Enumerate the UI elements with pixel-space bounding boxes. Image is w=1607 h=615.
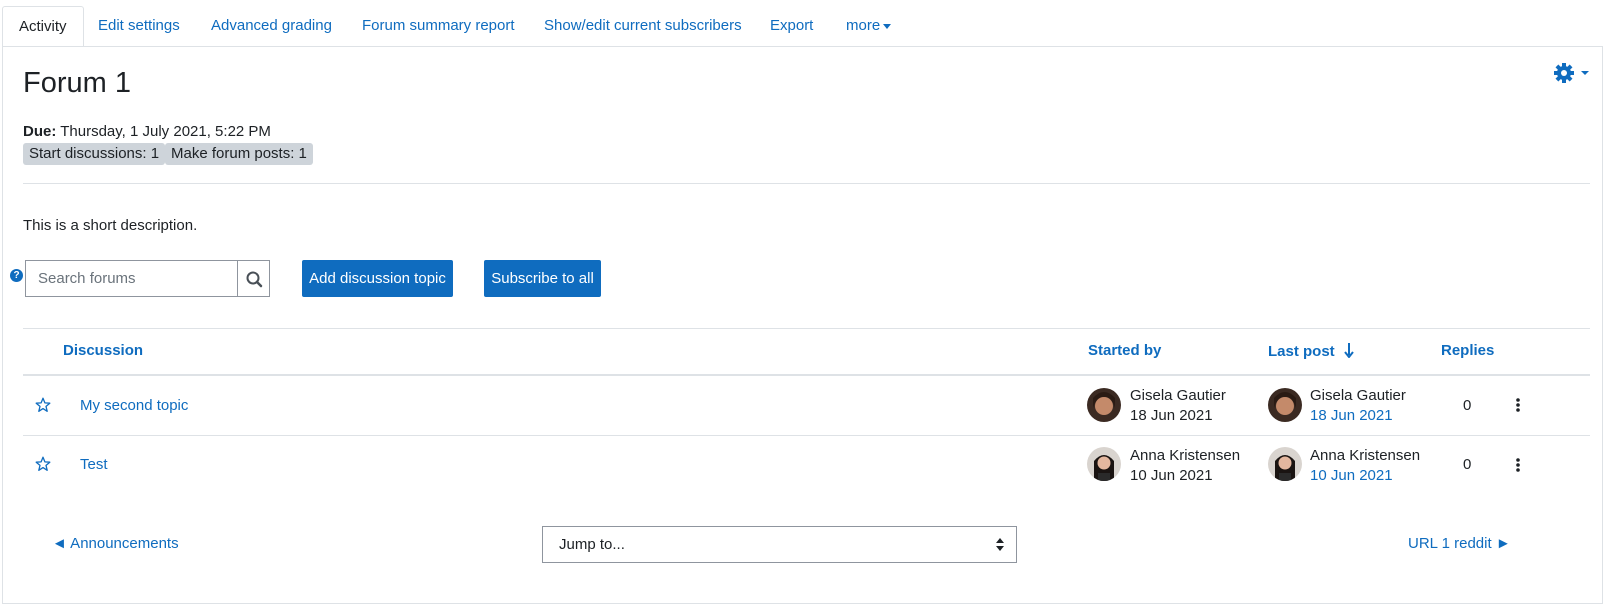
tab-export[interactable]: Export — [770, 17, 813, 34]
activity-tabs: Activity Edit settings Advanced grading … — [0, 0, 1607, 47]
search-button[interactable] — [237, 260, 270, 297]
previous-activity-link[interactable]: ◄ Announcements — [52, 535, 179, 552]
started-by-date: 18 Jun 2021 — [1130, 407, 1213, 424]
more-actions-icon[interactable] — [1515, 397, 1521, 413]
search-input[interactable] — [25, 260, 238, 297]
header-discussion[interactable]: Discussion — [63, 342, 143, 359]
completion-badge-discussions: Start discussions: 1 — [23, 143, 166, 165]
star-icon[interactable] — [35, 456, 51, 472]
avatar[interactable] — [1087, 388, 1121, 422]
table-header-divider — [23, 374, 1590, 376]
page-title: Forum 1 — [23, 67, 131, 99]
started-by-date: 10 Jun 2021 — [1130, 467, 1213, 484]
tab-edit-settings[interactable]: Edit settings — [98, 17, 180, 34]
tab-more[interactable]: more — [846, 17, 892, 34]
completion-badge-posts: Make forum posts: 1 — [165, 143, 313, 165]
header-started-by[interactable]: Started by — [1088, 342, 1161, 359]
tab-forum-summary-report[interactable]: Forum summary report — [362, 17, 515, 34]
last-post-date-link[interactable]: 10 Jun 2021 — [1310, 467, 1393, 484]
started-by-name: Gisela Gautier — [1130, 387, 1226, 404]
caret-down-icon — [883, 23, 892, 29]
search-icon — [246, 271, 263, 288]
jump-to-select[interactable]: Jump to... — [542, 526, 1017, 563]
avatar[interactable] — [1268, 447, 1302, 481]
divider — [23, 328, 1590, 329]
discussion-link[interactable]: My second topic — [80, 397, 188, 414]
due-date: Due: Thursday, 1 July 2021, 5:22 PM — [23, 123, 271, 140]
replies-count: 0 — [1463, 397, 1472, 414]
avatar-image — [1087, 388, 1121, 422]
avatar[interactable] — [1268, 388, 1302, 422]
avatar-image — [1268, 388, 1302, 422]
last-post-name: Anna Kristensen — [1310, 447, 1421, 464]
header-replies[interactable]: Replies — [1441, 342, 1494, 359]
tab-advanced-grading[interactable]: Advanced grading — [211, 17, 332, 34]
gear-icon[interactable] — [1550, 61, 1594, 85]
divider — [23, 183, 1590, 184]
question-icon[interactable]: ? — [10, 269, 23, 282]
last-post-date-link[interactable]: 18 Jun 2021 — [1310, 407, 1393, 424]
last-post-name: Gisela Gautier — [1310, 387, 1406, 404]
subscribe-to-all-button[interactable]: Subscribe to all — [484, 260, 601, 297]
replies-count: 0 — [1463, 456, 1472, 473]
row-divider — [23, 435, 1590, 436]
avatar-image — [1268, 447, 1302, 481]
sort-down-arrow-icon — [1344, 343, 1354, 359]
more-actions-icon[interactable] — [1515, 457, 1521, 473]
started-by-name: Anna Kristensen — [1130, 447, 1241, 464]
select-arrows-icon — [996, 538, 1004, 551]
discussion-link[interactable]: Test — [80, 456, 108, 473]
tab-activity[interactable]: Activity — [2, 6, 84, 47]
star-icon[interactable] — [35, 397, 51, 413]
tab-subscribers[interactable]: Show/edit current subscribers — [544, 17, 742, 34]
header-last-post[interactable]: Last post — [1268, 342, 1355, 360]
next-activity-link[interactable]: URL 1 reddit ► — [1408, 535, 1511, 552]
add-discussion-topic-button[interactable]: Add discussion topic — [302, 260, 453, 297]
avatar[interactable] — [1087, 447, 1121, 481]
forum-description: This is a short description. — [23, 217, 198, 234]
avatar-image — [1087, 447, 1121, 481]
